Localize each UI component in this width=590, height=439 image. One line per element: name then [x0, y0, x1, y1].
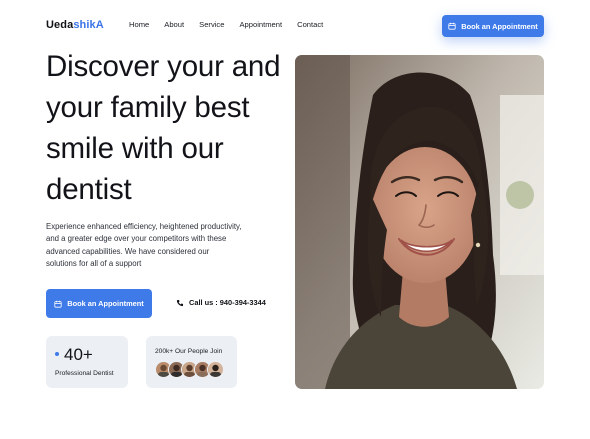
book-appointment-header-button[interactable]: Book an Appointment — [442, 15, 544, 37]
logo-text-part1: Ueda — [46, 19, 74, 31]
nav-about[interactable]: About — [164, 20, 184, 29]
phone-icon — [176, 299, 184, 307]
nav-contact[interactable]: Contact — [297, 20, 323, 29]
avatar — [207, 361, 224, 378]
people-join-label: 200k+ Our People Join — [155, 348, 223, 355]
people-join-card: 200k+ Our People Join — [146, 336, 237, 388]
dentist-stat-card: 40+ Professional Dentist — [46, 336, 128, 388]
hero-title-line3: smile with our — [46, 132, 224, 165]
main-nav: Home About Service Appointment Contact — [129, 20, 338, 29]
hero-title: Discover your and your family best smile… — [46, 46, 291, 210]
hero-title-line1: Discover your and — [46, 50, 281, 83]
call-label: Call us : 940-394-3344 — [189, 298, 266, 307]
calendar-icon — [54, 300, 62, 308]
hero-title-line2: your family best — [46, 91, 250, 124]
logo-text-part2: shikA — [73, 19, 104, 31]
accent-dot — [55, 352, 59, 356]
avatar-group — [155, 361, 224, 378]
book-appointment-button[interactable]: Book an Appointment — [46, 289, 152, 318]
book-appointment-header-label: Book an Appointment — [461, 21, 538, 31]
dentist-count: 40+ — [64, 345, 93, 364]
hero-title-line4: dentist — [46, 173, 132, 206]
call-link[interactable]: Call us : 940-394-3344 — [176, 298, 266, 307]
book-appointment-label: Book an Appointment — [67, 299, 144, 308]
nav-service[interactable]: Service — [199, 20, 224, 29]
calendar-icon — [448, 22, 456, 30]
brand-logo[interactable]: UedashikA — [46, 19, 104, 31]
dentist-count-label: Professional Dentist — [55, 370, 114, 377]
hero-description: Experience enhanced efficiency, heighten… — [46, 222, 242, 269]
hero-photo — [295, 55, 544, 389]
nav-home[interactable]: Home — [129, 20, 149, 29]
nav-appointment[interactable]: Appointment — [239, 20, 282, 29]
